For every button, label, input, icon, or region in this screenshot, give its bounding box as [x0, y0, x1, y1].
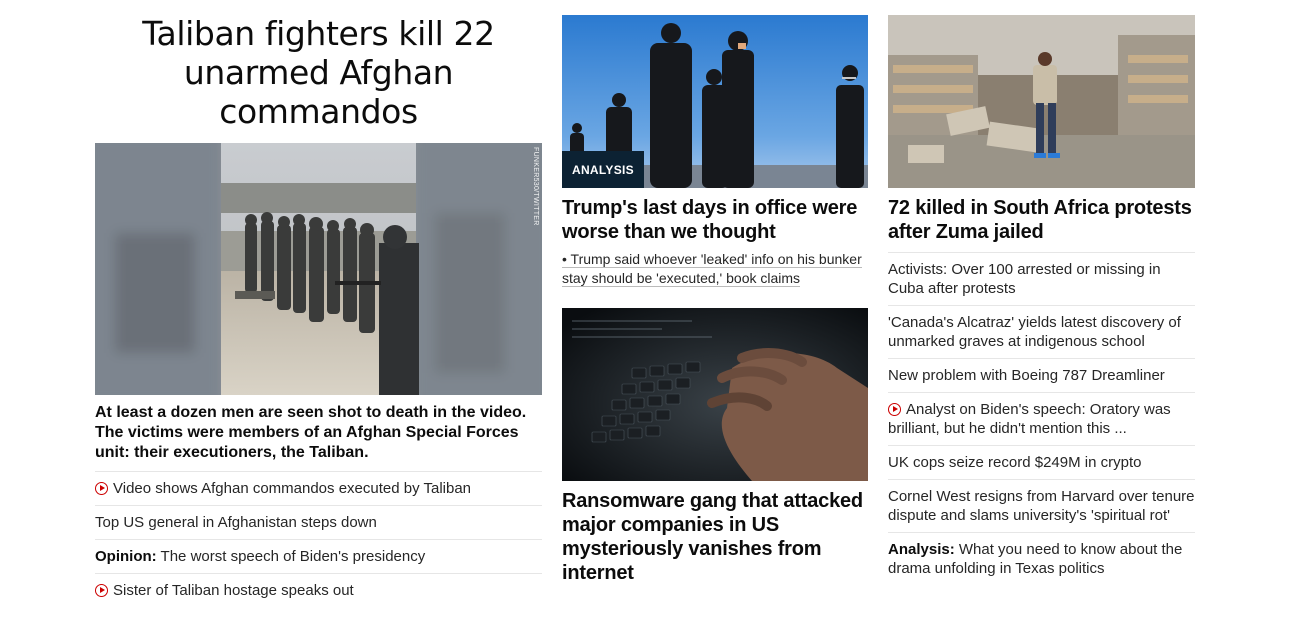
image-credit: FUNKER530/TWITTER [532, 147, 539, 226]
south-africa-thumbnail[interactable] [888, 15, 1195, 188]
play-icon [95, 482, 108, 495]
link-text: Sister of Taliban hostage speaks out [113, 582, 354, 599]
list-item[interactable]: 'Canada's Alcatraz' yields latest discov… [888, 305, 1195, 358]
link-text: UK cops seize record $249M in crypto [888, 454, 1142, 471]
list-item[interactable]: Sister of Taliban hostage speaks out [95, 573, 542, 607]
link-prefix: Opinion: [95, 548, 157, 565]
trump-thumbnail[interactable]: ANALYSIS [562, 15, 868, 188]
list-item[interactable]: Activists: Over 100 arrested or missing … [888, 252, 1195, 305]
story-card-ransomware: Ransomware gang that attacked major comp… [562, 308, 868, 585]
right-related-links: Activists: Over 100 arrested or missing … [888, 252, 1195, 585]
link-text: New problem with Boeing 787 Dreamliner [888, 367, 1165, 384]
ransomware-thumbnail[interactable] [562, 308, 868, 481]
south-africa-headline[interactable]: 72 killed in South Africa protests after… [888, 196, 1195, 244]
link-text: 'Canada's Alcatraz' yields latest discov… [888, 314, 1181, 350]
ransomware-headline[interactable]: Ransomware gang that attacked major comp… [562, 489, 868, 585]
link-text: Activists: Over 100 arrested or missing … [888, 261, 1161, 297]
sub-bullet-text: • Trump said whoever 'leaked' info on hi… [562, 251, 862, 287]
trump-subhead[interactable]: • Trump said whoever 'leaked' info on hi… [562, 250, 868, 288]
list-item[interactable]: Top US general in Afghanistan steps down [95, 505, 542, 539]
list-item[interactable]: New problem with Boeing 787 Dreamliner [888, 358, 1195, 392]
list-item[interactable]: Analysis: What you need to know about th… [888, 532, 1195, 585]
link-text: Cornel West resigns from Harvard over te… [888, 488, 1195, 524]
right-stories: 72 killed in South Africa protests after… [888, 0, 1195, 585]
list-item[interactable]: Cornel West resigns from Harvard over te… [888, 479, 1195, 532]
list-item[interactable]: Video shows Afghan commandos executed by… [95, 471, 542, 505]
lead-story: Taliban fighters kill 22 unarmed Afghan … [95, 0, 542, 607]
lead-summary[interactable]: At least a dozen men are seen shot to de… [95, 403, 542, 463]
list-item[interactable]: Analyst on Biden's speech: Oratory was b… [888, 392, 1195, 445]
list-item[interactable]: Opinion: The worst speech of Biden's pre… [95, 539, 542, 573]
trump-headline[interactable]: Trump's last days in office were worse t… [562, 196, 868, 244]
link-text: Top US general in Afghanistan steps down [95, 514, 377, 531]
list-item[interactable]: UK cops seize record $249M in crypto [888, 445, 1195, 479]
link-prefix: Analysis: [888, 541, 955, 558]
play-icon [888, 403, 901, 416]
ransomware-image [562, 308, 868, 481]
lead-related-links: Video shows Afghan commandos executed by… [95, 471, 542, 607]
story-card-trump: ANALYSIS Trump's last days in office wer… [562, 15, 868, 288]
analysis-badge: ANALYSIS [562, 151, 644, 188]
link-text: The worst speech of Biden's presidency [156, 548, 426, 565]
lead-video-thumbnail[interactable]: FUNKER530/TWITTER [95, 143, 542, 395]
link-text: Video shows Afghan commandos executed by… [113, 480, 472, 497]
lead-headline[interactable]: Taliban fighters kill 22 unarmed Afghan … [95, 0, 542, 131]
play-icon [95, 584, 108, 597]
middle-stories: ANALYSIS Trump's last days in office wer… [562, 0, 868, 584]
lead-video-image [95, 143, 542, 395]
link-text: Analyst on Biden's speech: Oratory was b… [888, 401, 1171, 437]
south-africa-image [888, 15, 1195, 188]
